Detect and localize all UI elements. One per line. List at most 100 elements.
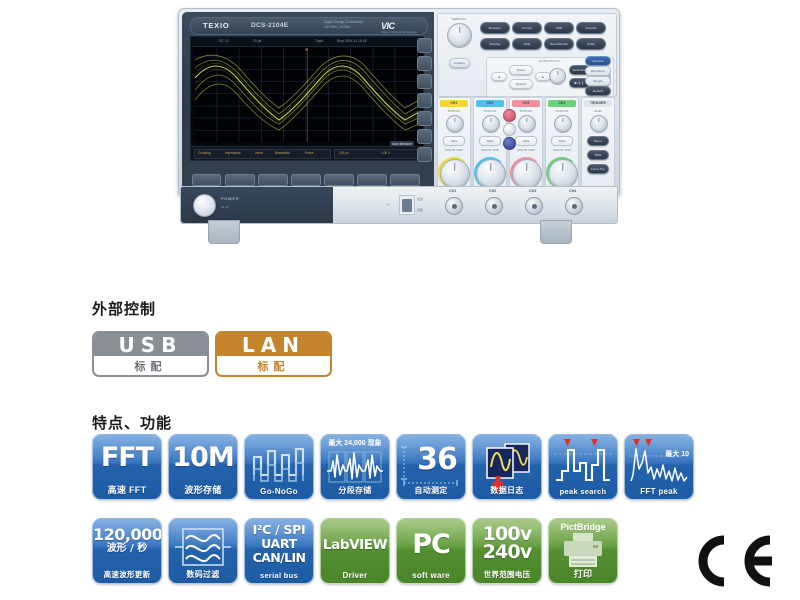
bus-button[interactable] — [503, 137, 516, 150]
save-recall-button[interactable]: Save/Recall — [544, 38, 574, 50]
pc-software-icon: PC — [412, 529, 451, 560]
feature-icon-fft[interactable]: FFT 高速 FFT — [92, 434, 162, 500]
feature-icon-pictbridge[interactable]: PictBridge 打印 — [548, 518, 618, 584]
side-button[interactable] — [417, 74, 432, 90]
math-button[interactable] — [503, 109, 516, 122]
zoom-left-button[interactable]: ◄ — [491, 72, 507, 81]
screen-soft-menu-left[interactable]: Coupling Impedance Invert Bandwidth Prob… — [194, 149, 331, 159]
cursor-button[interactable]: Cursor — [512, 22, 542, 34]
side-button[interactable] — [417, 92, 432, 108]
ch4-button[interactable]: CH4 — [551, 136, 573, 146]
control-panel: VERTICAL Acquire Measure Cursor APP Acqu… — [437, 13, 617, 190]
feature-icon-datalog[interactable]: 数据日志 — [472, 434, 542, 500]
ch1-position-knob[interactable] — [446, 115, 464, 133]
soft-menu-item[interactable]: Invert — [255, 151, 263, 155]
app-button[interactable]: APP — [544, 22, 574, 34]
serial-bus-line2: UART — [261, 536, 297, 551]
screen-side-buttons[interactable] — [417, 38, 432, 165]
oscilloscope-screen[interactable]: DC 1X 20 μs Trig'd Stop 2014 11 16 15 ▼ … — [190, 36, 424, 161]
side-button[interactable] — [417, 56, 432, 72]
bottom-button[interactable] — [324, 174, 354, 186]
side-button[interactable] — [417, 147, 432, 163]
acquire-menu-button[interactable]: Acquire — [576, 22, 606, 34]
ch3-button[interactable]: CH3 — [515, 136, 537, 146]
bnc-connector-ch1[interactable] — [445, 197, 463, 215]
side-button[interactable] — [417, 110, 432, 126]
ch2-position-knob[interactable] — [482, 115, 500, 133]
feature-icon-waverate[interactable]: 120,000 波形 / 秒 高速波形更新 — [92, 518, 162, 584]
stand-foot-left — [208, 220, 240, 244]
bnc-connector-ch3[interactable] — [525, 197, 543, 215]
lan-badge-title: LAN — [217, 333, 330, 357]
feature-caption: 打印 — [573, 569, 593, 579]
horizontal-position-knob[interactable] — [549, 68, 566, 85]
variable-knob[interactable] — [447, 23, 472, 48]
bottom-button[interactable] — [258, 174, 288, 186]
bottom-button[interactable] — [390, 174, 420, 186]
search-button[interactable]: Search — [509, 79, 533, 89]
usb-host-port[interactable] — [399, 195, 415, 215]
soft-menu-item[interactable]: Bandwidth — [275, 151, 290, 155]
utility-button[interactable]: Utility — [576, 38, 606, 50]
feature-icon-segment[interactable]: 最大 24,000 现象 分段存储 — [320, 434, 390, 500]
feature-icon-pc[interactable]: PC soft ware — [396, 518, 466, 584]
bottom-button[interactable] — [291, 174, 321, 186]
ch1-volts-div-knob[interactable] — [438, 157, 470, 189]
autoset-button[interactable]: Autoset — [585, 56, 611, 66]
screen-soft-menu-right[interactable]: Auto Measure 100 μs 1.00 V — [334, 141, 420, 159]
single-button[interactable]: Single — [585, 76, 611, 86]
display-button[interactable]: Display — [480, 38, 510, 50]
soft-menu-item[interactable]: Probe — [305, 151, 314, 155]
ch2-button[interactable]: CH2 — [479, 136, 501, 146]
ch3-position-knob[interactable] — [518, 115, 536, 133]
ref-button[interactable] — [503, 123, 516, 136]
power-button[interactable] — [193, 194, 216, 217]
default-button[interactable]: Default — [585, 86, 611, 96]
help-button[interactable]: Help — [512, 38, 542, 50]
bnc-label-ch2: CH2 — [489, 189, 497, 193]
channel-header-ch4: CH4 — [548, 100, 576, 107]
ch3-volts-div-knob[interactable] — [510, 157, 542, 189]
trigger-50pct-button[interactable]: 50% — [587, 150, 609, 160]
feature-icon-serialbus[interactable]: I²C / SPI UART CAN/LIN serial bus — [244, 518, 314, 584]
lan-badge-sub: 标配 — [257, 360, 290, 373]
bnc-connector-ch4[interactable] — [565, 197, 583, 215]
ch4-volts-div-knob[interactable] — [546, 157, 578, 189]
bottom-button[interactable] — [357, 174, 387, 186]
trigger-level-knob[interactable] — [590, 115, 608, 133]
bottom-button[interactable] — [192, 174, 222, 186]
feature-caption: 数据日志 — [490, 486, 524, 495]
feature-icon-fftpeak[interactable]: 最大 10 FFT peak — [624, 434, 694, 500]
soft-menu-item[interactable]: Impedance — [225, 151, 241, 155]
feature-icon-gonogo[interactable]: Go-NoGo — [244, 434, 314, 500]
feature-icon-digitalfilter[interactable]: 数码过滤 — [168, 518, 238, 584]
ch4-position-knob[interactable] — [554, 115, 572, 133]
ce-mark-icon — [690, 535, 780, 595]
trigger-menu-button[interactable]: Menu — [587, 136, 609, 146]
ch2-volts-div-knob[interactable] — [474, 157, 506, 189]
status-trigger: Trig'd — [315, 38, 324, 43]
feature-icon-automeasure[interactable]: 36 自动测定 — [396, 434, 466, 500]
side-button[interactable] — [417, 128, 432, 144]
soft-menu-item[interactable]: Coupling — [198, 151, 211, 155]
status-timebase: 20 μs — [253, 38, 262, 43]
bottom-button[interactable] — [225, 174, 255, 186]
measure-button[interactable]: Measure — [480, 22, 510, 34]
fft-peak-max-tag: 最大 10 — [665, 451, 689, 458]
feature-icon-labview[interactable]: LabVIEW Driver — [320, 518, 390, 584]
ch1-button[interactable]: CH1 — [443, 136, 465, 146]
force-trigger-button[interactable]: Force-Trig — [587, 164, 609, 174]
zoom-button[interactable]: Zoom — [509, 65, 533, 75]
side-button[interactable] — [417, 38, 432, 53]
readout-voltage: 1.00 V — [381, 151, 391, 156]
brand-name: TEXIO — [203, 21, 230, 30]
feature-icon-memory[interactable]: 10M 波形存储 — [168, 434, 238, 500]
bnc-connector-ch2[interactable] — [485, 197, 503, 215]
screen-bottom-buttons[interactable] — [192, 174, 420, 186]
acquire-button[interactable]: Acquire — [449, 58, 470, 68]
run-stop-button[interactable]: Run/Stop — [585, 66, 611, 76]
feature-icon-peaksearch[interactable]: peak search — [548, 434, 618, 500]
feature-caption: 波形存储 — [184, 485, 222, 495]
waveform-trace-icon — [195, 54, 419, 131]
feature-icon-voltage[interactable]: 100v 240v 世界范围电压 — [472, 518, 542, 584]
